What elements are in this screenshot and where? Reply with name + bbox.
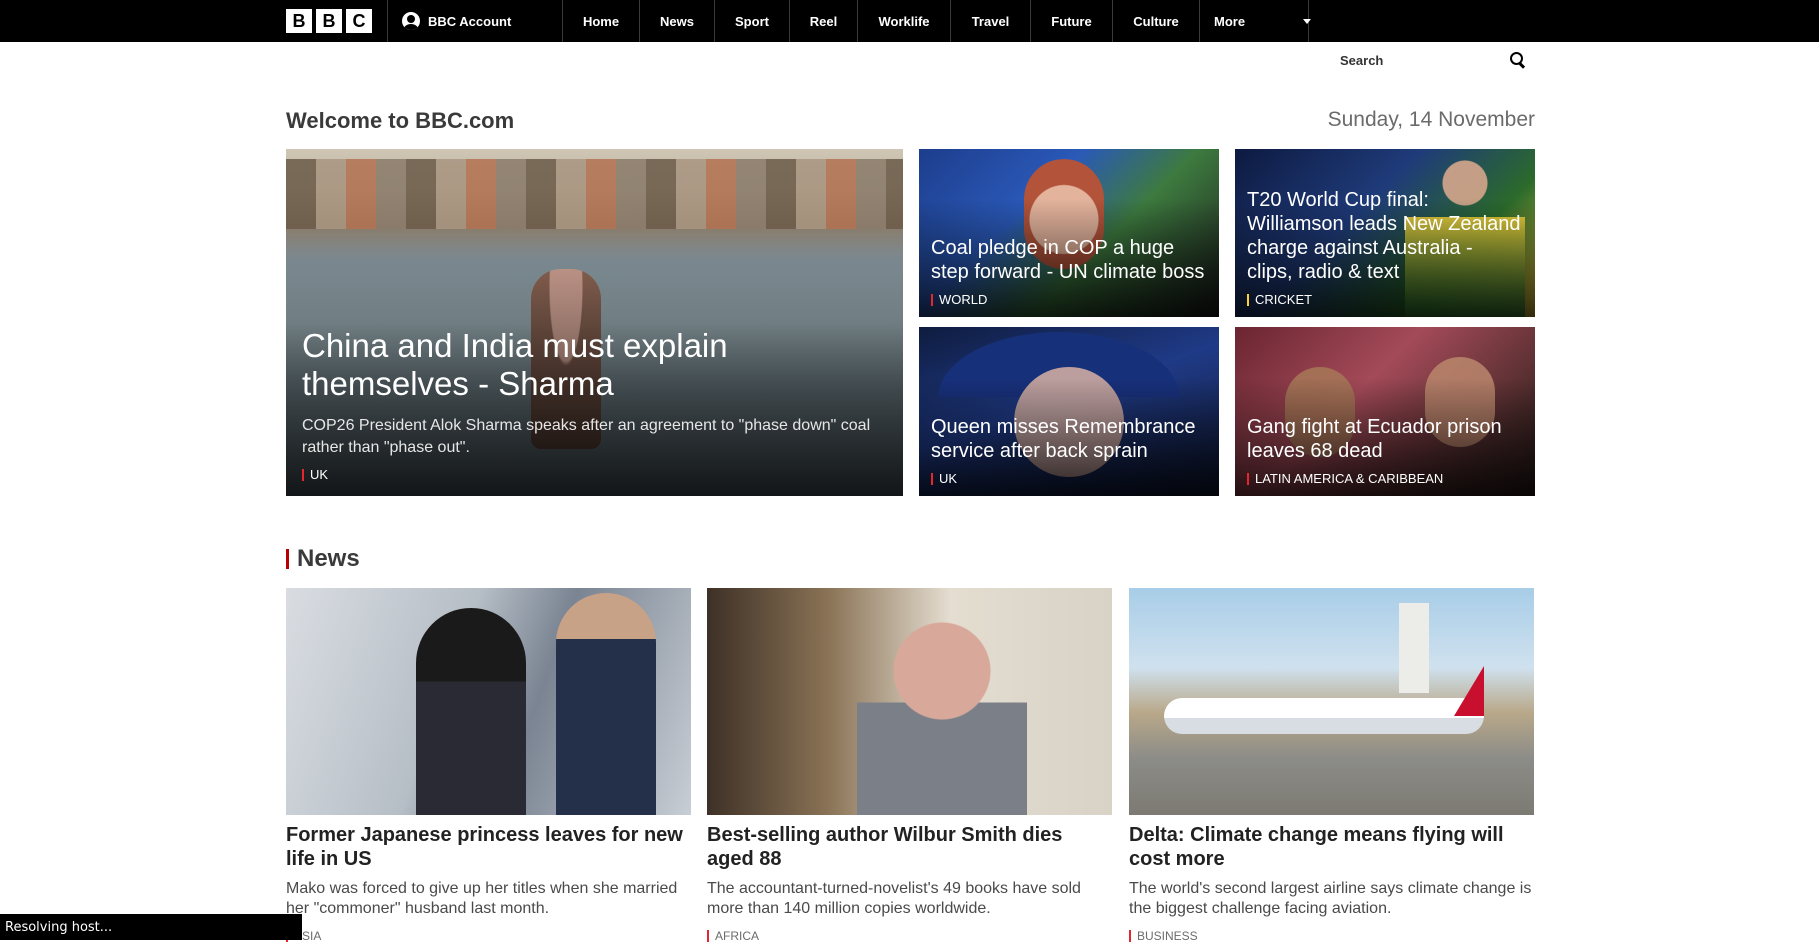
hero-tile-text: Coal pledge in COP a huge step forward -… (931, 236, 1207, 307)
news-card-headline[interactable]: Delta: Climate change means flying will … (1129, 823, 1534, 871)
page-date: Sunday, 14 November (1327, 108, 1535, 131)
nav-sport[interactable]: Sport (714, 0, 789, 42)
nav-news[interactable]: News (639, 0, 714, 42)
hero-tile-tag[interactable]: CRICKET (1247, 292, 1523, 307)
logo-block-b2: B (316, 9, 342, 33)
nav-culture[interactable]: Culture (1112, 0, 1199, 42)
search-placeholder: Search (1340, 52, 1384, 68)
browser-status-bar: Resolving host... (0, 914, 302, 940)
nav-worklife[interactable]: Worklife (857, 0, 950, 42)
user-avatar-icon (402, 12, 420, 30)
hero-main-story[interactable]: China and India must explain themselves … (286, 149, 903, 496)
news-card-image-plane (1164, 698, 1484, 734)
news-card-image[interactable] (707, 588, 1112, 815)
logo-block-c: C (346, 9, 372, 33)
hero-tile-tag-label: LATIN AMERICA & CARIBBEAN (1255, 471, 1444, 486)
hero-tile-queen[interactable]: Queen misses Remembrance service after b… (919, 327, 1219, 496)
news-card-tag[interactable]: BUSINESS (1129, 929, 1534, 943)
tag-marker (1247, 293, 1249, 306)
nav-home[interactable]: Home (562, 0, 639, 42)
hero-main-tag[interactable]: UK (302, 467, 891, 482)
news-card-headline[interactable]: Former Japanese princess leaves for new … (286, 823, 691, 871)
search-icon[interactable] (1510, 52, 1526, 68)
news-section-title[interactable]: News (286, 545, 360, 573)
bbc-logo[interactable]: B B C (286, 9, 372, 33)
nav-reel[interactable]: Reel (789, 0, 857, 42)
news-card-tag-label: BUSINESS (1137, 929, 1198, 943)
news-card-princess[interactable]: Former Japanese princess leaves for new … (286, 588, 691, 943)
news-card-image[interactable] (286, 588, 691, 815)
news-card-image-figure (857, 608, 1027, 815)
section-marker (286, 549, 289, 569)
hero-tile-headline[interactable]: Coal pledge in COP a huge step forward -… (931, 236, 1207, 284)
tag-marker (1129, 930, 1131, 942)
hero-tile-text: Queen misses Remembrance service after b… (931, 415, 1207, 486)
news-card-tag[interactable]: ASIA (286, 929, 691, 943)
tag-marker (302, 468, 304, 481)
logo-block-b1: B (286, 9, 312, 33)
hero-main-image-bg (286, 159, 903, 229)
news-card-tag[interactable]: AFRICA (707, 929, 1112, 943)
hero-tile-text: Gang fight at Ecuador prison leaves 68 d… (1247, 415, 1523, 486)
main-nav: Home News Sport Reel Worklife Travel Fut… (562, 0, 1312, 42)
hero-tile-cricket[interactable]: T20 World Cup final: Williamson leads Ne… (1235, 149, 1535, 317)
top-nav-bar: B B C BBC Account Home News Sport Reel W… (0, 0, 1819, 42)
hero-tile-tag[interactable]: UK (931, 471, 1207, 486)
hero-tile-ecuador[interactable]: Gang fight at Ecuador prison leaves 68 d… (1235, 327, 1535, 496)
news-card-image-figure (416, 608, 526, 815)
hero-tile-tag-label: CRICKET (1255, 292, 1313, 307)
news-card-summary: The accountant-turned-novelist's 49 book… (707, 880, 1081, 917)
nav-more[interactable]: More (1199, 0, 1312, 42)
hero-tile-headline[interactable]: Gang fight at Ecuador prison leaves 68 d… (1247, 415, 1523, 463)
news-card-author[interactable]: Best-selling author Wilbur Smith dies ag… (707, 588, 1112, 943)
hero-main-tag-label: UK (310, 467, 329, 482)
news-card-image-figure-2 (556, 593, 656, 815)
news-card-tag-label: AFRICA (715, 929, 760, 943)
hero-tile-tag-label: WORLD (939, 292, 988, 307)
news-card-headline[interactable]: Best-selling author Wilbur Smith dies ag… (707, 823, 1112, 871)
news-card-image-tail (1454, 666, 1484, 716)
page-title: Welcome to BBC.com (286, 108, 515, 133)
bbc-account-label: BBC Account (428, 13, 512, 29)
hero-tile-coal[interactable]: Coal pledge in COP a huge step forward -… (919, 149, 1219, 317)
nav-more-label: More (1214, 13, 1246, 29)
news-card-summary: The world's second largest airline says … (1129, 880, 1532, 917)
news-card-image[interactable] (1129, 588, 1534, 815)
tag-marker (707, 930, 709, 942)
tag-marker (931, 472, 933, 485)
bbc-account-link[interactable]: BBC Account (402, 0, 511, 42)
search-input[interactable]: Search (1330, 44, 1536, 76)
hero-main-summary: COP26 President Alok Sharma speaks after… (302, 417, 871, 456)
hero-tile-tag[interactable]: LATIN AMERICA & CARIBBEAN (1247, 471, 1523, 486)
tag-marker (1247, 472, 1249, 485)
hero-main-text: China and India must explain themselves … (302, 327, 891, 482)
hero-main-headline[interactable]: China and India must explain themselves … (302, 327, 891, 403)
chevron-down-icon (1303, 18, 1312, 24)
nav-future[interactable]: Future (1030, 0, 1112, 42)
hero-tile-tag-label: UK (939, 471, 958, 486)
news-card-image-tower (1399, 603, 1429, 693)
hero-tile-tag[interactable]: WORLD (931, 292, 1207, 307)
nav-divider (387, 0, 388, 42)
news-section-label: News (297, 545, 360, 572)
tag-marker (931, 293, 933, 306)
nav-travel[interactable]: Travel (950, 0, 1030, 42)
hero-tile-headline[interactable]: T20 World Cup final: Williamson leads Ne… (1247, 188, 1523, 284)
news-card-delta[interactable]: Delta: Climate change means flying will … (1129, 588, 1534, 943)
news-card-summary: Mako was forced to give up her titles wh… (286, 880, 678, 917)
hero-tile-text: T20 World Cup final: Williamson leads Ne… (1247, 188, 1523, 307)
hero-tile-headline[interactable]: Queen misses Remembrance service after b… (931, 415, 1207, 463)
